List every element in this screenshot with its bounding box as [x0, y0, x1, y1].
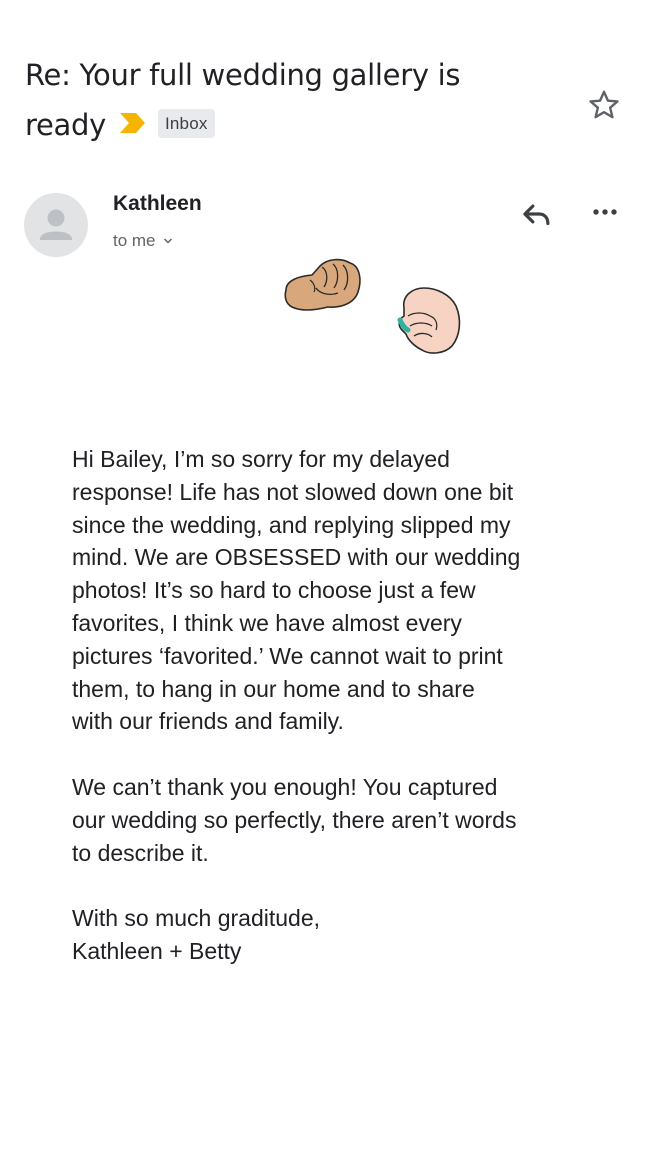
sender-avatar[interactable] [24, 193, 88, 257]
body-line: with our friends and family. [72, 708, 344, 735]
email-body: Hi Bailey, I’m so sorry for my delayed r… [72, 443, 582, 968]
importance-marker-icon[interactable] [118, 111, 148, 135]
email-subject: Re: Your full wedding gallery is ready I… [25, 50, 565, 150]
default-avatar-icon [40, 209, 72, 240]
more-horizontal-icon[interactable] [588, 195, 622, 229]
chevron-down-icon [163, 238, 172, 244]
star-icon[interactable] [586, 87, 622, 123]
fist-bump-sticker [284, 258, 461, 354]
recipient-text: to me [113, 231, 156, 250]
body-line: pictures ‘favorited.’ We cannot wait to … [72, 642, 503, 669]
recipient-toggle[interactable]: to me [113, 231, 174, 251]
subject-line-2-row: ready Inbox [25, 100, 215, 150]
body-paragraph-2: We can’t thank you enough! You captured … [72, 771, 582, 869]
reply-icon[interactable] [517, 195, 555, 233]
body-line: since the wedding, and replying slipped … [72, 511, 511, 538]
body-line: photos! It’s so hard to choose just a fe… [72, 577, 476, 604]
signoff-line: With so much graditude, [72, 905, 321, 932]
body-paragraph-1: Hi Bailey, I’m so sorry for my delayed r… [72, 443, 582, 738]
subject-line-2: ready [25, 108, 106, 142]
body-line: to describe it. [72, 839, 209, 866]
left-fist [284, 258, 361, 311]
body-line: Hi Bailey, I’m so sorry for my delayed [72, 446, 450, 472]
body-line: response! Life has not slowed down one b… [72, 478, 514, 505]
signoff-signature: Kathleen + Betty [72, 937, 242, 964]
body-line: mind. We are OBSESSED with our wedding [72, 544, 521, 571]
right-fist [397, 287, 461, 354]
inbox-label-chip[interactable]: Inbox [157, 108, 215, 138]
body-line: favorites, I think we have almost every [72, 609, 462, 636]
body-line: them, to hang in our home and to share [72, 675, 475, 702]
body-signoff: With so much graditude, Kathleen + Betty [72, 902, 582, 968]
body-line: our wedding so perfectly, there aren’t w… [72, 806, 517, 833]
body-line: We can’t thank you enough! You captured [72, 773, 498, 800]
subject-line-1: Re: Your full wedding gallery is [25, 58, 461, 92]
sender-name[interactable]: Kathleen [113, 192, 202, 216]
